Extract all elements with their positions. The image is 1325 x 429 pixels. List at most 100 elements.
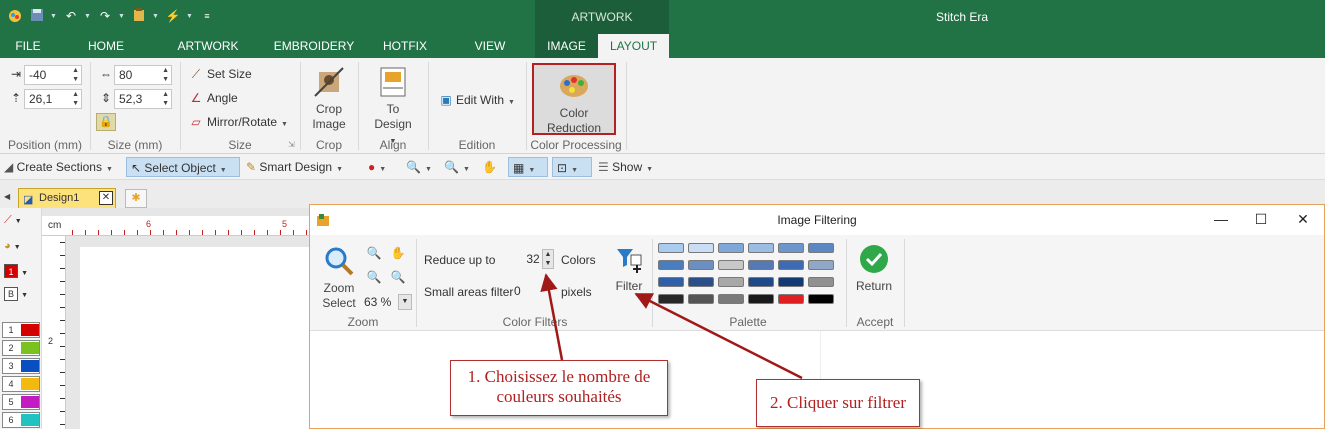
tab-home[interactable]: HOME <box>80 34 132 58</box>
spin-arrows-icon[interactable]: ▲ ▼ <box>542 249 554 269</box>
zoom-percent-select[interactable]: 63 % ▼ <box>364 293 412 311</box>
reduce-colors-stepper[interactable]: 32 ▲ ▼ <box>512 249 554 269</box>
spin-arrows-icon[interactable]: ▲ ▼ <box>72 66 79 84</box>
record-tool-button[interactable]: ● ▼ <box>368 157 386 177</box>
zoom-area-button[interactable]: 🔍 ▼ <box>444 157 470 177</box>
dropdown-arrow-icon[interactable]: ▼ <box>106 166 113 173</box>
snap-button[interactable]: ⊡ ▼ <box>552 157 592 177</box>
smart-design-button[interactable]: ✎ Smart Design ▼ <box>246 157 343 177</box>
redo-dropdown-icon[interactable]: ▼ <box>118 13 126 20</box>
dialog-launcher-icon[interactable]: ⇲ <box>288 140 295 149</box>
palette-swatch[interactable] <box>808 277 834 287</box>
grid-button[interactable]: ▦ ▼ <box>508 157 548 177</box>
minimize-icon[interactable]: — <box>1206 211 1236 227</box>
pan-hand-button[interactable]: ✋ <box>482 157 497 177</box>
palette-swatch[interactable] <box>718 277 744 287</box>
thread-swatch-2[interactable]: 2 <box>2 340 40 356</box>
tab-image[interactable]: IMAGE <box>535 34 598 58</box>
hand-icon[interactable]: ✋ <box>390 245 406 261</box>
tab-view[interactable]: VIEW <box>466 34 514 58</box>
tab-embroidery[interactable]: EMBROIDERY <box>272 34 356 58</box>
save-dropdown-icon[interactable]: ▼ <box>50 13 58 20</box>
redo-icon[interactable]: ↷ <box>96 8 114 24</box>
close-tab-icon[interactable]: ✕ <box>99 191 113 205</box>
dropdown-arrow-icon[interactable]: ▼ <box>220 167 227 174</box>
app-logo-icon[interactable] <box>6 8 24 24</box>
palette-swatch[interactable] <box>778 243 804 253</box>
undo-dropdown-icon[interactable]: ▼ <box>84 13 92 20</box>
spin-arrows-icon[interactable]: ▲ ▼ <box>162 66 169 84</box>
save-icon[interactable] <box>28 8 46 24</box>
palette-swatch[interactable] <box>748 294 774 304</box>
mirror-rotate-button[interactable]: Mirror/Rotate ▼ <box>207 115 288 129</box>
magic-wand-tool[interactable]: ⟋ ▼ <box>4 214 38 232</box>
set-size-button[interactable]: Set Size <box>207 67 252 81</box>
edit-with-button[interactable]: Edit With ▼ <box>456 93 515 107</box>
dropdown-arrow-icon[interactable]: ▼ <box>508 99 515 106</box>
undo-icon[interactable]: ↶ <box>62 8 80 24</box>
palette-tool[interactable]: ◕ ▼ <box>4 240 38 258</box>
color-reduction-button[interactable]: Color Reduction <box>532 63 616 135</box>
clipboard-icon[interactable] <box>130 8 148 24</box>
zoom-select-button[interactable]: Zoom Select <box>318 245 360 311</box>
zoom-tool-button[interactable]: 🔍 ▼ <box>406 157 432 177</box>
dropdown-arrow-icon[interactable]: ▼ <box>379 166 386 173</box>
palette-swatch[interactable] <box>778 260 804 270</box>
thread-swatch-4[interactable]: 4 <box>2 376 40 392</box>
palette-swatch[interactable] <box>808 260 834 270</box>
palette-swatch[interactable] <box>718 260 744 270</box>
position-x-field[interactable]: -40 ▲ ▼ <box>24 65 82 85</box>
size-width-field[interactable]: 80 ▲ ▼ <box>114 65 172 85</box>
angle-button[interactable]: Angle <box>207 91 238 105</box>
thread-swatch-6[interactable]: 6 <box>2 412 40 428</box>
close-icon[interactable]: ✕ <box>1288 211 1318 228</box>
palette-swatch[interactable] <box>808 243 834 253</box>
to-design-button[interactable]: To Design ▼ <box>362 66 424 149</box>
customize-qat-icon[interactable]: ≡ <box>198 8 216 24</box>
new-document-tab[interactable]: ✱ <box>125 189 147 208</box>
palette-swatch[interactable] <box>748 260 774 270</box>
tab-hotfix[interactable]: HOTFIX <box>376 34 434 58</box>
dropdown-arrow-icon[interactable]: ▼ <box>528 167 535 174</box>
palette-swatch[interactable] <box>658 260 684 270</box>
palette-swatch[interactable] <box>658 243 684 253</box>
zoom-out-icon[interactable]: 🔍 <box>390 269 406 285</box>
thread-swatch-1[interactable]: 1 <box>2 322 40 338</box>
palette-swatch[interactable] <box>748 277 774 287</box>
palette-swatch[interactable] <box>688 243 714 253</box>
palette-swatch[interactable] <box>778 294 804 304</box>
create-sections-button[interactable]: ◢ Create Sections ▼ <box>4 157 113 177</box>
dropdown-arrow-icon[interactable]: ▼ <box>463 166 470 173</box>
lightning-icon[interactable]: ⚡ <box>164 8 182 24</box>
palette-swatch[interactable] <box>808 294 834 304</box>
palette-swatch[interactable] <box>778 277 804 287</box>
palette-swatch[interactable] <box>748 243 774 253</box>
show-button[interactable]: ☰ Show ▼ <box>598 157 653 177</box>
crop-image-button[interactable]: Crop Image <box>306 66 352 132</box>
filter-button[interactable]: Filter <box>606 243 652 294</box>
dropdown-arrow-icon[interactable]: ▼ <box>281 121 288 128</box>
return-button[interactable]: Return <box>852 243 896 294</box>
dropdown-arrow-icon[interactable]: ▼ <box>21 292 28 299</box>
spin-arrows-icon[interactable]: ▲ ▼ <box>72 90 79 108</box>
palette-swatch[interactable] <box>688 260 714 270</box>
dropdown-arrow-icon[interactable]: ▼ <box>14 244 21 251</box>
palette-swatch[interactable] <box>688 294 714 304</box>
dropdown-arrow-icon[interactable]: ▼ <box>646 166 653 173</box>
dropdown-arrow-icon[interactable]: ▼ <box>425 166 432 173</box>
select-object-button[interactable]: ↖ Select Object ▼ <box>126 157 240 177</box>
color-box-tool[interactable]: 1 ▼ <box>4 264 38 282</box>
lightning-dropdown-icon[interactable]: ▼ <box>186 13 194 20</box>
lock-aspect-icon[interactable]: 🔒 <box>96 113 116 131</box>
thread-swatch-5[interactable]: 5 <box>2 394 40 410</box>
spin-arrows-icon[interactable]: ▲ ▼ <box>162 90 169 108</box>
tab-layout[interactable]: LAYOUT <box>598 34 669 58</box>
tab-artwork[interactable]: ARTWORK <box>172 34 244 58</box>
zoom-in-icon[interactable]: 🔍 <box>366 269 382 285</box>
maximize-icon[interactable]: ☐ <box>1246 211 1276 228</box>
dropdown-arrow-icon[interactable]: ▼ <box>336 166 343 173</box>
small-areas-stepper[interactable]: 0 <box>514 281 554 301</box>
tab-file[interactable]: FILE <box>6 34 50 58</box>
palette-swatch[interactable] <box>658 277 684 287</box>
dropdown-arrow-icon[interactable]: ▼ <box>571 167 578 174</box>
